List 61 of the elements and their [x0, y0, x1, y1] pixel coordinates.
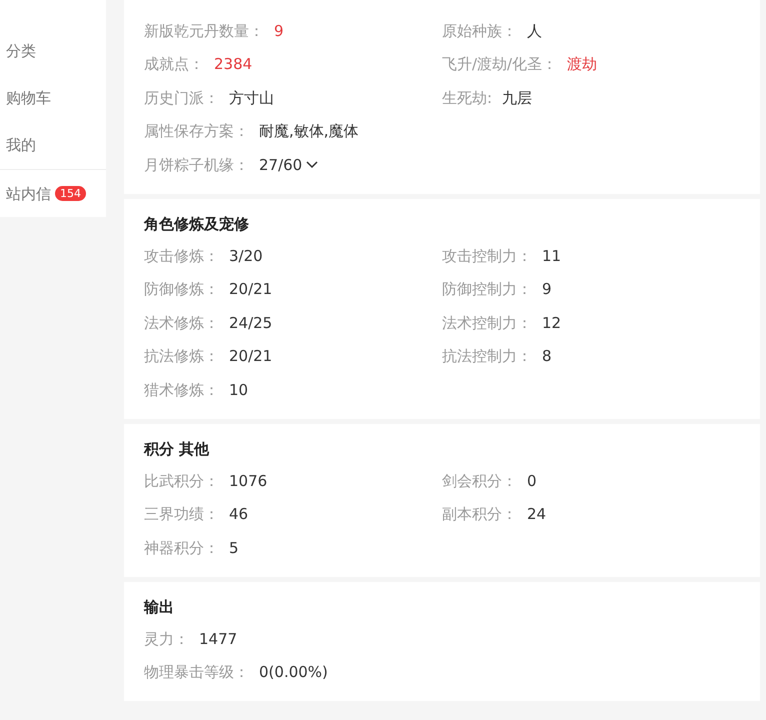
field-label: 月饼粽子机缘：: [144, 154, 249, 176]
field-value: 方寸山: [229, 88, 274, 108]
field-label: 物理暴击等级：: [144, 662, 249, 683]
field-label: 历史门派：: [144, 88, 219, 108]
field-label: 剑会积分：: [442, 470, 517, 492]
sidebar-item-label: 分类: [6, 42, 36, 60]
field-value: 0(0.00%): [259, 662, 328, 683]
field-label: 副本积分：: [442, 504, 517, 525]
field-value: 耐魔,敏体,魔体: [259, 121, 359, 142]
field-value: 20/21: [229, 279, 272, 300]
field-value: 27/60: [259, 154, 302, 176]
field-label: 攻击控制力：: [442, 246, 532, 266]
field-value: 24/25: [229, 312, 272, 334]
section-title: 角色修炼及宠修: [144, 214, 250, 234]
unread-count-badge: 154: [55, 186, 86, 201]
field-value: 24: [527, 504, 546, 525]
field-value: 0: [527, 470, 537, 492]
field-value: 46: [229, 504, 248, 525]
field-label: 属性保存方案：: [144, 121, 249, 142]
field-label: 新版乾元丹数量：: [144, 20, 264, 42]
field-value: 10: [229, 380, 248, 400]
field-value: 2384: [214, 54, 252, 75]
field-label: 抗法控制力：: [442, 346, 532, 367]
chevron-down-icon[interactable]: [305, 160, 320, 170]
field-value: 8: [542, 346, 552, 367]
field-value: 1076: [229, 470, 268, 492]
field-label: 成就点：: [144, 54, 204, 75]
sidebar-item[interactable]: 购物车: [0, 75, 106, 122]
field-label: 法术控制力：: [442, 312, 532, 334]
field-label: 生死劫:: [442, 88, 492, 108]
field-value: 人: [527, 20, 542, 42]
field-label: 神器积分：: [144, 538, 219, 558]
field-value: 1477: [199, 628, 238, 650]
field-label: 飞升/渡劫/化圣：: [442, 54, 558, 75]
section-title: 输出: [144, 596, 175, 618]
field-label: 三界功绩：: [144, 504, 219, 525]
field-label: 抗法修炼：: [144, 346, 219, 367]
field-label: 比武积分：: [144, 470, 219, 492]
field-value: 9: [542, 279, 552, 300]
sidebar-item[interactable]: 站内信 $^{154}$: [0, 170, 106, 217]
sidebar-item-label: 我的: [6, 136, 36, 154]
sidebar-item[interactable]: 我的: [0, 122, 106, 169]
field-value: 20/21: [229, 346, 272, 367]
field-value: 九层: [502, 88, 532, 108]
field-label: 防御控制力：: [442, 279, 532, 300]
field-value: 11: [542, 246, 562, 266]
field-value: 3/20: [229, 246, 263, 266]
field-label: 攻击修炼：: [144, 246, 219, 266]
field-label: 原始种族：: [442, 20, 517, 42]
field-value: 5: [229, 538, 239, 558]
field-label: 防御修炼：: [144, 279, 219, 300]
field-value: 渡劫: [567, 54, 598, 75]
sidebar-item-label: 站内信: [6, 185, 51, 203]
field-value: 12: [542, 312, 562, 334]
section-title: 积分 其他: [144, 438, 210, 460]
field-value: 9: [274, 20, 284, 42]
sidebar-item-label: 购物车: [6, 89, 51, 107]
field-label: 猎术修炼：: [144, 380, 219, 400]
sidebar-item[interactable]: 分类: [0, 28, 106, 75]
field-label: 灵力：: [144, 628, 189, 650]
field-label: 法术修炼：: [144, 312, 219, 334]
